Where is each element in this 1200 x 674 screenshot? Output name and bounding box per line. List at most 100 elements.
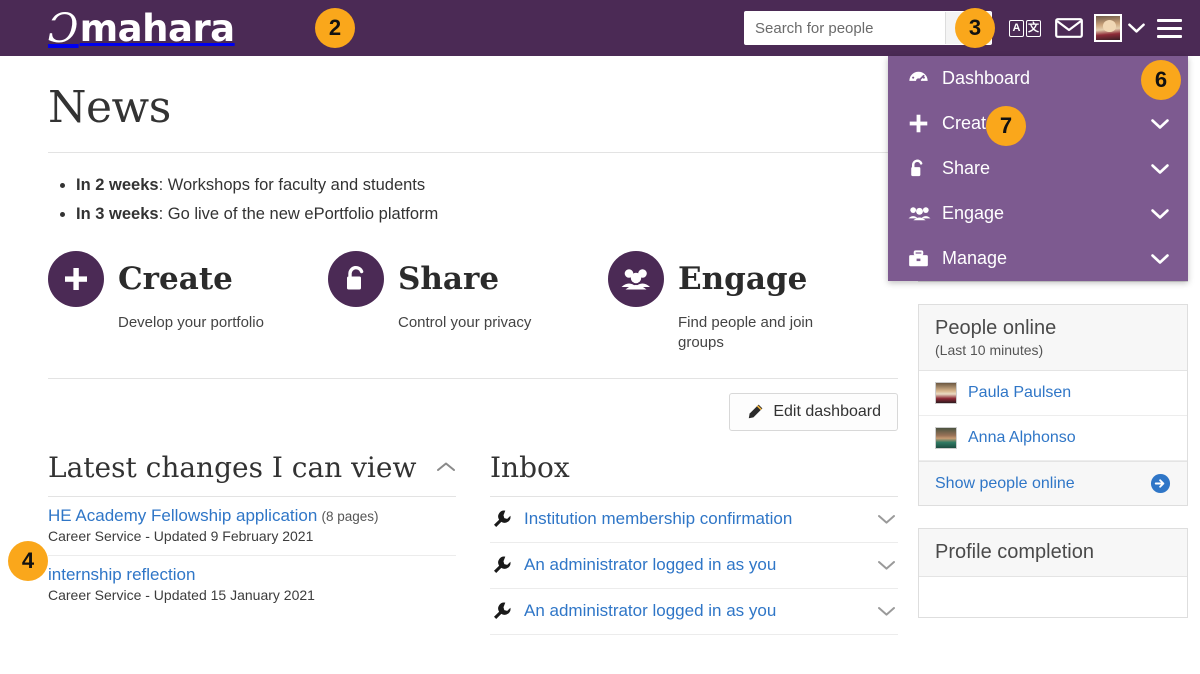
chevron-down-icon[interactable] [1150,163,1170,175]
callout-badge-2: 2 [315,8,355,48]
hamburger-bar [1157,35,1182,38]
people-online-card: People online (Last 10 minutes) Paula Pa… [918,304,1188,506]
callout-badge-4: 4 [8,541,48,581]
chevron-down-icon[interactable] [877,560,896,571]
unlock-icon [328,251,384,307]
tile-header: Share [328,251,608,307]
menu-item-label: Manage [942,248,1150,269]
envelope-icon [1055,18,1083,38]
mahara-logo-mark: Ɔ [48,9,79,49]
latest-changes-title-row: Latest changes I can view [48,451,456,485]
latest-changes-title: Latest changes I can view [48,451,416,485]
news-item-lead: In 2 weeks [76,176,159,194]
tile-description: Control your privacy [398,313,548,333]
bottom-blocks: Latest changes I can view HE Academy Fel… [48,451,898,636]
news-item-lead: In 3 weeks [76,205,159,223]
chevron-down-icon[interactable] [877,514,896,525]
tile-title: Share [398,264,499,295]
main-menu-toggle-button[interactable] [1157,19,1182,38]
tile-header: Engage [608,251,888,307]
inbox-item-link[interactable]: An administrator logged in as you [524,601,865,621]
news-item-text: : Workshops for faculty and students [159,176,426,194]
chevron-down-icon[interactable] [877,606,896,617]
list-item: An administrator logged in as you [490,543,898,589]
avatar [935,427,957,449]
menu-item-label: Dashboard [942,68,1170,89]
tile-title: Create [118,264,233,295]
tile-share[interactable]: Share Control your privacy [328,251,608,354]
page-title: News [48,84,898,132]
list-item: internship reflection Career Service - U… [48,556,456,614]
chevron-down-icon[interactable] [1150,208,1170,220]
language-icon-cjk: 文 [1026,20,1041,37]
show-people-online-link[interactable]: Show people online [935,475,1075,493]
unlock-icon [908,158,934,179]
news-item: In 3 weeks: Go live of the new ePortfoli… [76,200,898,229]
people-online-header: People online (Last 10 minutes) [919,305,1187,371]
user-account-menu-button[interactable] [1094,14,1145,42]
menu-item-share[interactable]: Share [888,146,1188,191]
profile-completion-card: Profile completion [918,528,1188,618]
news-item-text: : Go live of the new ePortfolio platform [159,205,439,223]
chevron-up-icon[interactable] [436,461,456,473]
profile-completion-body [919,577,1187,617]
mahara-logo-text: mahara [80,10,235,47]
arrow-circle-right-icon[interactable] [1150,473,1171,494]
main-column: News In 2 weeks: Workshops for faculty a… [48,56,898,635]
edit-dashboard-row: Edit dashboard [48,378,898,431]
inbox-item-link[interactable]: Institution membership confirmation [524,509,865,529]
avatar [1094,14,1122,42]
menu-item-manage[interactable]: Manage [888,236,1188,281]
list-item: Anna Alphonso [919,416,1187,461]
search-input[interactable] [745,12,945,44]
language-switcher-button[interactable]: A 文 [1009,11,1041,45]
menu-item-label: Create [942,113,1150,134]
language-icon: A 文 [1009,20,1041,37]
inbox-item-link[interactable]: An administrator logged in as you [524,555,865,575]
inbox-title-row: Inbox [490,451,898,485]
news-item: In 2 weeks: Workshops for faculty and st… [76,171,898,200]
tile-header: Create [48,251,328,307]
chevron-down-icon[interactable] [1150,253,1170,265]
edit-dashboard-button[interactable]: Edit dashboard [729,393,898,431]
person-link[interactable]: Anna Alphonso [968,429,1076,447]
chevron-down-icon [1128,23,1145,34]
news-list: In 2 weeks: Workshops for faculty and st… [48,171,898,229]
callout-badge-3: 3 [955,8,995,48]
pencil-icon [746,403,764,421]
latest-change-pages: (8 pages) [321,509,378,524]
tile-create[interactable]: Create Develop your portfolio [48,251,328,354]
inbox-block: Inbox Institution membership confirmatio… [490,451,898,636]
profile-completion-title: Profile completion [935,541,1171,564]
person-link[interactable]: Paula Paulsen [968,384,1071,402]
people-online-title: People online [935,317,1171,340]
title-divider [48,152,898,153]
latest-change-link[interactable]: HE Academy Fellowship application [48,506,317,525]
latest-change-link[interactable]: internship reflection [48,565,195,584]
latest-changes-block: Latest changes I can view HE Academy Fel… [48,451,456,636]
dashboard-speedometer-icon [908,70,934,87]
list-item: Institution membership confirmation [490,497,898,543]
menu-item-label: Engage [942,203,1150,224]
people-online-footer[interactable]: Show people online [919,461,1187,505]
people-icon [608,251,664,307]
tile-engage[interactable]: Engage Find people and join groups [608,251,888,354]
chevron-down-icon[interactable] [1150,118,1170,130]
people-online-subtitle: (Last 10 minutes) [935,342,1171,358]
tile-description: Develop your portfolio [118,313,268,333]
menu-item-create[interactable]: Create [888,101,1188,146]
mahara-logo[interactable]: Ɔ mahara [48,0,235,56]
avatar [935,382,957,404]
profile-completion-header: Profile completion [919,529,1187,577]
inbox-mail-button[interactable] [1055,11,1083,45]
list-item: HE Academy Fellowship application (8 pag… [48,497,456,556]
wrench-icon [492,555,512,575]
hamburger-bar [1157,19,1182,22]
menu-item-engage[interactable]: Engage [888,191,1188,236]
plus-icon [48,251,104,307]
menu-item-label: Share [942,158,1150,179]
briefcase-icon [908,250,934,268]
wrench-icon [492,509,512,529]
latest-change-meta: Career Service - Updated 15 January 2021 [48,587,456,603]
callout-badge-7: 7 [986,106,1026,146]
